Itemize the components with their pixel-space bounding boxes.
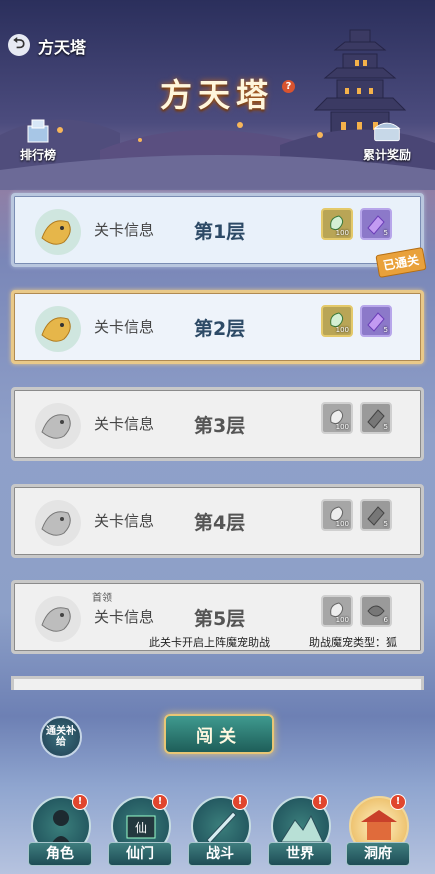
boss-tag: 首领 xyxy=(92,593,112,604)
help-icon[interactable]: ? xyxy=(282,80,295,93)
trophy-icon xyxy=(23,118,53,144)
dock-label: 世界 xyxy=(268,842,332,866)
pet-assist-hint: 此关卡开启上阵魔宠助战 xyxy=(149,636,270,649)
clearance-supply-button[interactable]: 通关补给 xyxy=(40,716,82,758)
floor-number: 第3层 xyxy=(194,415,246,437)
reward-crystal-icon[interactable]: 6 xyxy=(360,595,392,627)
dragon-avatar-icon xyxy=(35,209,81,255)
dock-world-button[interactable]: 世界 ! xyxy=(268,794,332,870)
chest-icon xyxy=(372,118,402,144)
dock-label: 角色 xyxy=(28,842,92,866)
reward-crystal-icon[interactable]: 5 xyxy=(360,499,392,531)
floor-info-label: 关卡信息 xyxy=(94,221,155,239)
reward-crystal-icon[interactable]: 5 xyxy=(360,208,392,240)
back-title[interactable]: 方天塔 xyxy=(38,34,86,58)
floor-card-1[interactable]: 关卡信息 第1层 100 5 已通关 xyxy=(11,193,427,278)
floor-info-label: 关卡信息 xyxy=(94,512,155,530)
bottom-dock: 角色 ! 仙 仙门 ! 战斗 ! 世界 ! 洞府 ! xyxy=(0,786,435,874)
floor-number: 第4层 xyxy=(194,512,246,534)
challenge-button[interactable]: 闯关 xyxy=(164,714,274,754)
reward-count: 5 xyxy=(383,229,388,237)
dock-label: 仙门 xyxy=(108,842,172,866)
reward-count: 100 xyxy=(335,229,349,237)
sect-emblem: 仙 xyxy=(135,821,147,835)
reward-count: 6 xyxy=(383,616,388,624)
leaderboard-label: 排行榜 xyxy=(20,148,57,162)
reward-jade-icon[interactable]: 100 xyxy=(321,499,353,531)
reward-count: 5 xyxy=(383,520,388,528)
floor-number: 第5层 xyxy=(194,608,246,630)
alert-badge: ! xyxy=(72,794,88,810)
dragon-avatar-icon xyxy=(35,403,81,449)
reward-jade-icon[interactable]: 100 xyxy=(321,305,353,337)
floor-info-label: 关卡信息 xyxy=(94,608,155,626)
reward-count: 100 xyxy=(335,520,349,528)
cumulative-reward-button[interactable]: 累计奖励 xyxy=(363,118,411,163)
reward-count: 5 xyxy=(383,326,388,334)
floor-number: 第1层 xyxy=(194,221,246,243)
floor-card-6-partial xyxy=(11,676,424,690)
floor-card-3[interactable]: 关卡信息 第3层 100 5 xyxy=(11,387,424,461)
reward-jade-icon[interactable]: 100 xyxy=(321,595,353,627)
dock-character-button[interactable]: 角色 ! xyxy=(28,794,92,870)
pet-type-hint: 助战魔宠类型：狐 xyxy=(309,636,397,649)
alert-badge: ! xyxy=(312,794,328,810)
page-title: 方天塔 xyxy=(160,76,275,114)
alert-badge: ! xyxy=(152,794,168,810)
dock-cave-button[interactable]: 洞府 ! xyxy=(346,794,410,870)
reward-jade-icon[interactable]: 100 xyxy=(321,208,353,240)
dragon-avatar-icon xyxy=(35,596,81,642)
alert-badge: ! xyxy=(232,794,248,810)
dock-sect-button[interactable]: 仙 仙门 ! xyxy=(108,794,172,870)
cumulative-reward-label: 累计奖励 xyxy=(363,148,412,162)
dragon-avatar-icon xyxy=(35,306,81,352)
reward-count: 5 xyxy=(383,423,388,431)
leaderboard-button[interactable]: 排行榜 xyxy=(20,118,56,163)
dragon-avatar-icon xyxy=(35,500,81,546)
back-arrow-icon[interactable]: ⮌ xyxy=(8,34,30,56)
floor-card-5[interactable]: 首领 关卡信息 第5层 100 6 此关卡开启上阵魔宠助战 助战魔宠类型：狐 xyxy=(11,580,424,654)
dock-label: 洞府 xyxy=(346,842,410,866)
reward-crystal-icon[interactable]: 5 xyxy=(360,305,392,337)
reward-crystal-icon[interactable]: 5 xyxy=(360,402,392,434)
dock-battle-button[interactable]: 战斗 ! xyxy=(188,794,252,870)
floor-card-2[interactable]: 关卡信息 第2层 100 5 xyxy=(11,290,424,364)
header: ⮌ 方天塔 方天塔 ? 排行榜 累计奖励 xyxy=(0,0,435,190)
reward-count: 100 xyxy=(335,423,349,431)
reward-count: 100 xyxy=(335,616,349,624)
floor-card-4[interactable]: 关卡信息 第4层 100 5 xyxy=(11,484,424,558)
floor-info-label: 关卡信息 xyxy=(94,415,155,433)
reward-count: 100 xyxy=(335,326,349,334)
floor-number: 第2层 xyxy=(194,318,246,340)
floor-info-label: 关卡信息 xyxy=(94,318,155,336)
dock-label: 战斗 xyxy=(188,842,252,866)
reward-jade-icon[interactable]: 100 xyxy=(321,402,353,434)
alert-badge: ! xyxy=(390,794,406,810)
